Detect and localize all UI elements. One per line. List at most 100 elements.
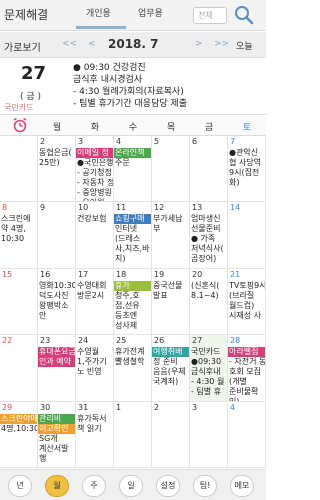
event-text: 수영대회 <box>77 280 107 290</box>
event-text: 접,선유 <box>115 300 140 310</box>
calendar-day-cell[interactable]: 26 여행취배 정 준비 음음(우체 국계좌) <box>152 335 190 402</box>
calendar-day-cell[interactable]: 6 <box>190 136 228 203</box>
event-tag[interactable]: 아라벨집 <box>228 347 265 358</box>
day-number: 28 <box>230 336 241 346</box>
next-month-button[interactable]: > <box>195 39 203 49</box>
day-number: 3 <box>78 137 84 146</box>
calendar-day-cell[interactable]: 11 쇼핑구매 인터넷 (드레스 사,치즈,바 지) <box>114 202 152 269</box>
event-tag[interactable]: 온라인책 <box>114 148 151 158</box>
day-number: 11 <box>116 203 127 213</box>
event-text: 협 사당역 <box>229 158 261 167</box>
event-tag[interactable]: 스크린야메 <box>0 413 37 424</box>
day-number: 29 <box>2 402 13 412</box>
app-title: 문제해결 <box>4 8 49 22</box>
day-number: 5 <box>154 137 160 146</box>
calendar-day-cell[interactable]: 5 <box>152 136 190 203</box>
event-tag[interactable]: 휴대폰요금 <box>38 347 75 358</box>
tips-button[interactable]: 팁! <box>193 475 217 497</box>
calendar-grid: 2 동협은금(25만) 3 이메일 정 ●국민은행 - 공기청정 - 자동차 정- 중앙병원… <box>0 136 266 468</box>
day-number: 27 <box>192 336 203 346</box>
event-tag[interactable]: 이고확인 <box>38 423 75 434</box>
tab-personal[interactable]: 개인용 <box>86 6 111 19</box>
calendar-day-cell[interactable]: 2 <box>152 401 190 468</box>
calendar-day-cell[interactable]: 10 건강보험 <box>76 202 114 269</box>
next-year-button[interactable]: >> <box>214 39 229 49</box>
selected-day-panel[interactable]: 27 ( 금 ) 국민카드 ● 09:30 건강검진 금식후 내시경검사 - 4… <box>0 59 266 115</box>
calendar-day-cell[interactable]: 2 동협은금(25만) <box>38 136 76 203</box>
alarm-clock-icon[interactable] <box>12 117 28 133</box>
day-number: 1 <box>116 402 122 412</box>
event-text: 8.1~4) <box>191 290 219 300</box>
event-tag[interactable]: 관리비 <box>38 413 75 424</box>
event-text: 약 4명, <box>1 224 26 234</box>
calendar-day-cell[interactable]: 13 엄마생신 선물준비 ● 가족 저녁식사(곰장어) <box>190 202 228 269</box>
calendar-day-cell[interactable]: 4 온라인책 주문 <box>114 136 152 203</box>
calendar-day-cell[interactable]: 15 <box>0 268 38 336</box>
day-number: 4 <box>116 137 122 146</box>
calendar-day-cell[interactable]: 18 휴가 청주,호 접,선유 등초엔 성사제 <box>114 268 152 336</box>
calendar-day-cell[interactable]: 30 관리비 이고확인 SG개 계산서발 행 <box>38 401 76 468</box>
tab-indicator <box>76 26 126 29</box>
calendar-day-cell[interactable]: 7 ●관악신 협 사당역 9시(집전 화) <box>228 136 266 203</box>
today-button[interactable]: 오늘 <box>236 39 253 52</box>
event-text: 시재성 사 <box>229 310 261 320</box>
calendar-day-cell[interactable]: 4 <box>228 401 266 468</box>
prev-year-button[interactable]: << <box>62 39 77 49</box>
calendar-day-cell[interactable]: 9 <box>38 202 76 269</box>
calendar-day-cell[interactable]: 1 <box>114 401 152 468</box>
month-view-button[interactable]: 월 <box>45 475 69 497</box>
event-tag[interactable]: 인과 예약 <box>38 357 75 368</box>
event-text: 덕도사진 <box>39 290 69 300</box>
prev-month-button[interactable]: < <box>88 39 96 49</box>
calendar-day-cell[interactable]: 19 중국선물 발표 <box>152 268 190 336</box>
day-number: 2 <box>154 402 160 412</box>
view-mode-button[interactable]: 가로보기 <box>4 39 41 54</box>
calendar-day-cell[interactable]: 23 휴대폰요금 인과 예약 <box>38 335 76 402</box>
calendar-day-cell[interactable]: 31 휴가독서 책 읽기 <box>76 401 114 468</box>
event-line: - 팀별 휴가기간 대응담당 제출 <box>73 99 188 109</box>
week-view-button[interactable]: 주 <box>82 475 106 497</box>
calendar-day-cell[interactable]: 3 <box>190 401 228 468</box>
day-number: 16 <box>40 269 51 279</box>
day-number: 9 <box>40 203 46 213</box>
calendar-day-cell[interactable]: 28아라벨집- 자전거 동호회 모집(개별준비물확인) <box>228 335 266 402</box>
settings-button[interactable]: 설정 <box>156 475 180 497</box>
event-text: 건강보험 <box>77 214 107 224</box>
event-line: 금식후 내시경검사 <box>73 75 143 85</box>
day-number: 6 <box>192 137 198 146</box>
event-text: 빨생철학 <box>115 357 145 367</box>
calendar-day-cell[interactable]: 25 휴가전계 빨생철학 <box>114 335 152 402</box>
calendar-day-cell[interactable]: 21 TV토핑9시 (브라질 월드컵) 시재성 사 <box>228 268 266 336</box>
calendar-day-cell[interactable]: 20 (신혼식(8.1~4) <box>190 268 228 336</box>
weekday-fri: 금 <box>204 123 214 133</box>
current-month[interactable]: 2018. 7 <box>108 37 158 51</box>
weekday-mon: 월 <box>52 123 62 133</box>
event-tag[interactable]: 쇼핑구매 <box>114 214 151 225</box>
calendar-day-cell[interactable]: 17 수영대회 방문2시 <box>76 268 114 336</box>
event-tag[interactable]: 여행취배 <box>152 347 189 358</box>
event-text: 인터넷 <box>115 224 138 234</box>
calendar-day-cell[interactable]: 16 영화10:30 덕도사진 왕팽박소 안 <box>38 268 76 336</box>
calendar-day-cell[interactable]: 8 스크린에 약 4명, 10:30 <box>0 202 38 269</box>
calendar-day-cell[interactable]: 3이메일 정●국민은행- 공기청정- 자동차 정- 중앙병원- 유이원 <box>76 136 114 203</box>
memo-button[interactable]: 메모 <box>230 475 254 497</box>
search-scope-select[interactable]: 전체 <box>193 7 227 24</box>
event-text: 저녁식사( <box>191 244 224 254</box>
calendar-day-cell[interactable]: 12 부가세납 부 <box>152 202 190 269</box>
day-view-button[interactable]: 일 <box>119 475 143 497</box>
tab-work[interactable]: 업무용 <box>138 6 163 19</box>
event-text: 25만) <box>39 158 60 167</box>
calendar-day-cell[interactable]: 29 스크린야메 4명,10:30 <box>0 401 38 468</box>
calendar-day-cell[interactable]: 14 <box>228 202 266 269</box>
calendar-day-cell[interactable]: 27 국민카드 ●09:30 금식후내 - 4:30 월- 팀별 휴 <box>190 335 228 402</box>
calendar-day-cell[interactable] <box>0 136 38 203</box>
search-icon[interactable] <box>233 4 255 26</box>
year-view-button[interactable]: 년 <box>8 475 32 497</box>
calendar-day-cell[interactable]: 22 <box>0 335 38 402</box>
event-text: SG개 <box>39 433 58 443</box>
calendar-day-cell[interactable]: 24 수영월 1,주가기 노 빈영 <box>76 335 114 402</box>
event-tag[interactable]: 이메일 정 <box>76 148 113 158</box>
event-text: 금식후내 <box>191 367 221 377</box>
event-tag[interactable]: 휴가 <box>114 280 151 291</box>
event-text: 1,주가기 <box>77 357 107 367</box>
